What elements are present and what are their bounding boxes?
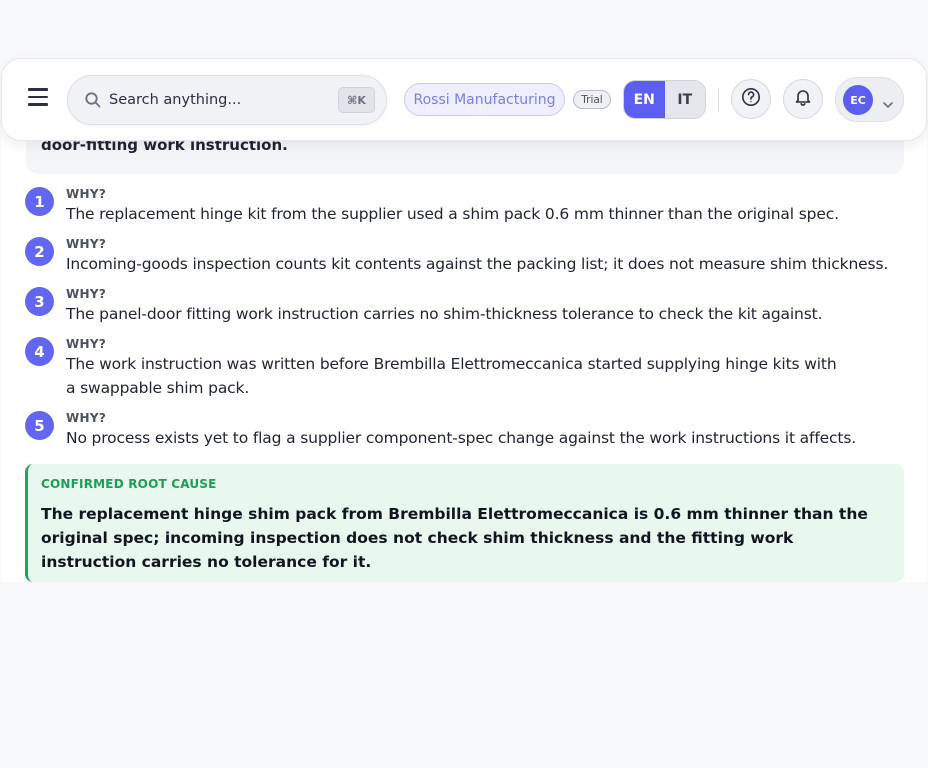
language-en-button[interactable]: EN	[624, 81, 665, 118]
chevron-down-icon	[882, 95, 894, 114]
why-answer: The panel-door fitting work instruction …	[66, 305, 823, 323]
plan-badge: Trial	[573, 90, 611, 109]
help-icon	[741, 87, 761, 111]
top-header: ⌘K Rossi Manufacturing Trial EN IT EC	[1, 58, 927, 141]
why-label: WHY?	[66, 411, 107, 425]
search-bar[interactable]: ⌘K	[67, 75, 387, 125]
why-answer: The replacement hinge kit from the suppl…	[66, 205, 839, 223]
root-cause-box: CONFIRMED ROOT CAUSE The replacement hin…	[25, 464, 904, 582]
why-label: WHY?	[66, 337, 107, 351]
header-divider	[718, 88, 719, 112]
search-shortcut-hint: ⌘K	[338, 87, 375, 113]
step-number-badge: 3	[25, 287, 54, 316]
search-icon	[84, 91, 102, 113]
why-label: WHY?	[66, 287, 107, 301]
user-menu-button[interactable]: EC	[835, 77, 904, 122]
menu-icon[interactable]	[28, 88, 48, 106]
bell-icon	[793, 87, 813, 111]
help-button[interactable]	[731, 79, 771, 119]
why-step-3: 3 WHY? The panel-door fitting work instr…	[25, 286, 823, 326]
step-number-badge: 1	[25, 187, 54, 216]
why-answer: No process exists yet to flag a supplier…	[66, 429, 857, 447]
why-step-4: 4 WHY? The work instruction was written …	[25, 336, 845, 400]
step-number-badge: 2	[25, 237, 54, 266]
notifications-button[interactable]	[783, 79, 823, 119]
five-whys-card: door-fitting work instruction. 1 WHY? Th…	[1, 110, 927, 582]
why-label: WHY?	[66, 237, 107, 251]
avatar: EC	[843, 85, 873, 115]
language-it-button[interactable]: IT	[664, 81, 705, 118]
why-answer: The work instruction was written before …	[66, 355, 837, 397]
why-answer: Incoming-goods inspection counts kit con…	[66, 255, 889, 273]
root-cause-text: The replacement hinge shim pack from Bre…	[41, 505, 868, 571]
why-step-2: 2 WHY? Incoming-goods inspection counts …	[25, 236, 888, 276]
search-input[interactable]	[109, 88, 329, 112]
language-toggle: EN IT	[623, 80, 706, 119]
organization-switcher[interactable]: Rossi Manufacturing	[404, 83, 565, 116]
why-step-5: 5 WHY? No process exists yet to flag a s…	[25, 410, 856, 450]
why-step-1: 1 WHY? The replacement hinge kit from th…	[25, 186, 839, 226]
step-number-badge: 5	[25, 411, 54, 440]
why-label: WHY?	[66, 187, 107, 201]
step-number-badge: 4	[25, 337, 54, 366]
root-cause-label: CONFIRMED ROOT CAUSE	[41, 477, 217, 491]
